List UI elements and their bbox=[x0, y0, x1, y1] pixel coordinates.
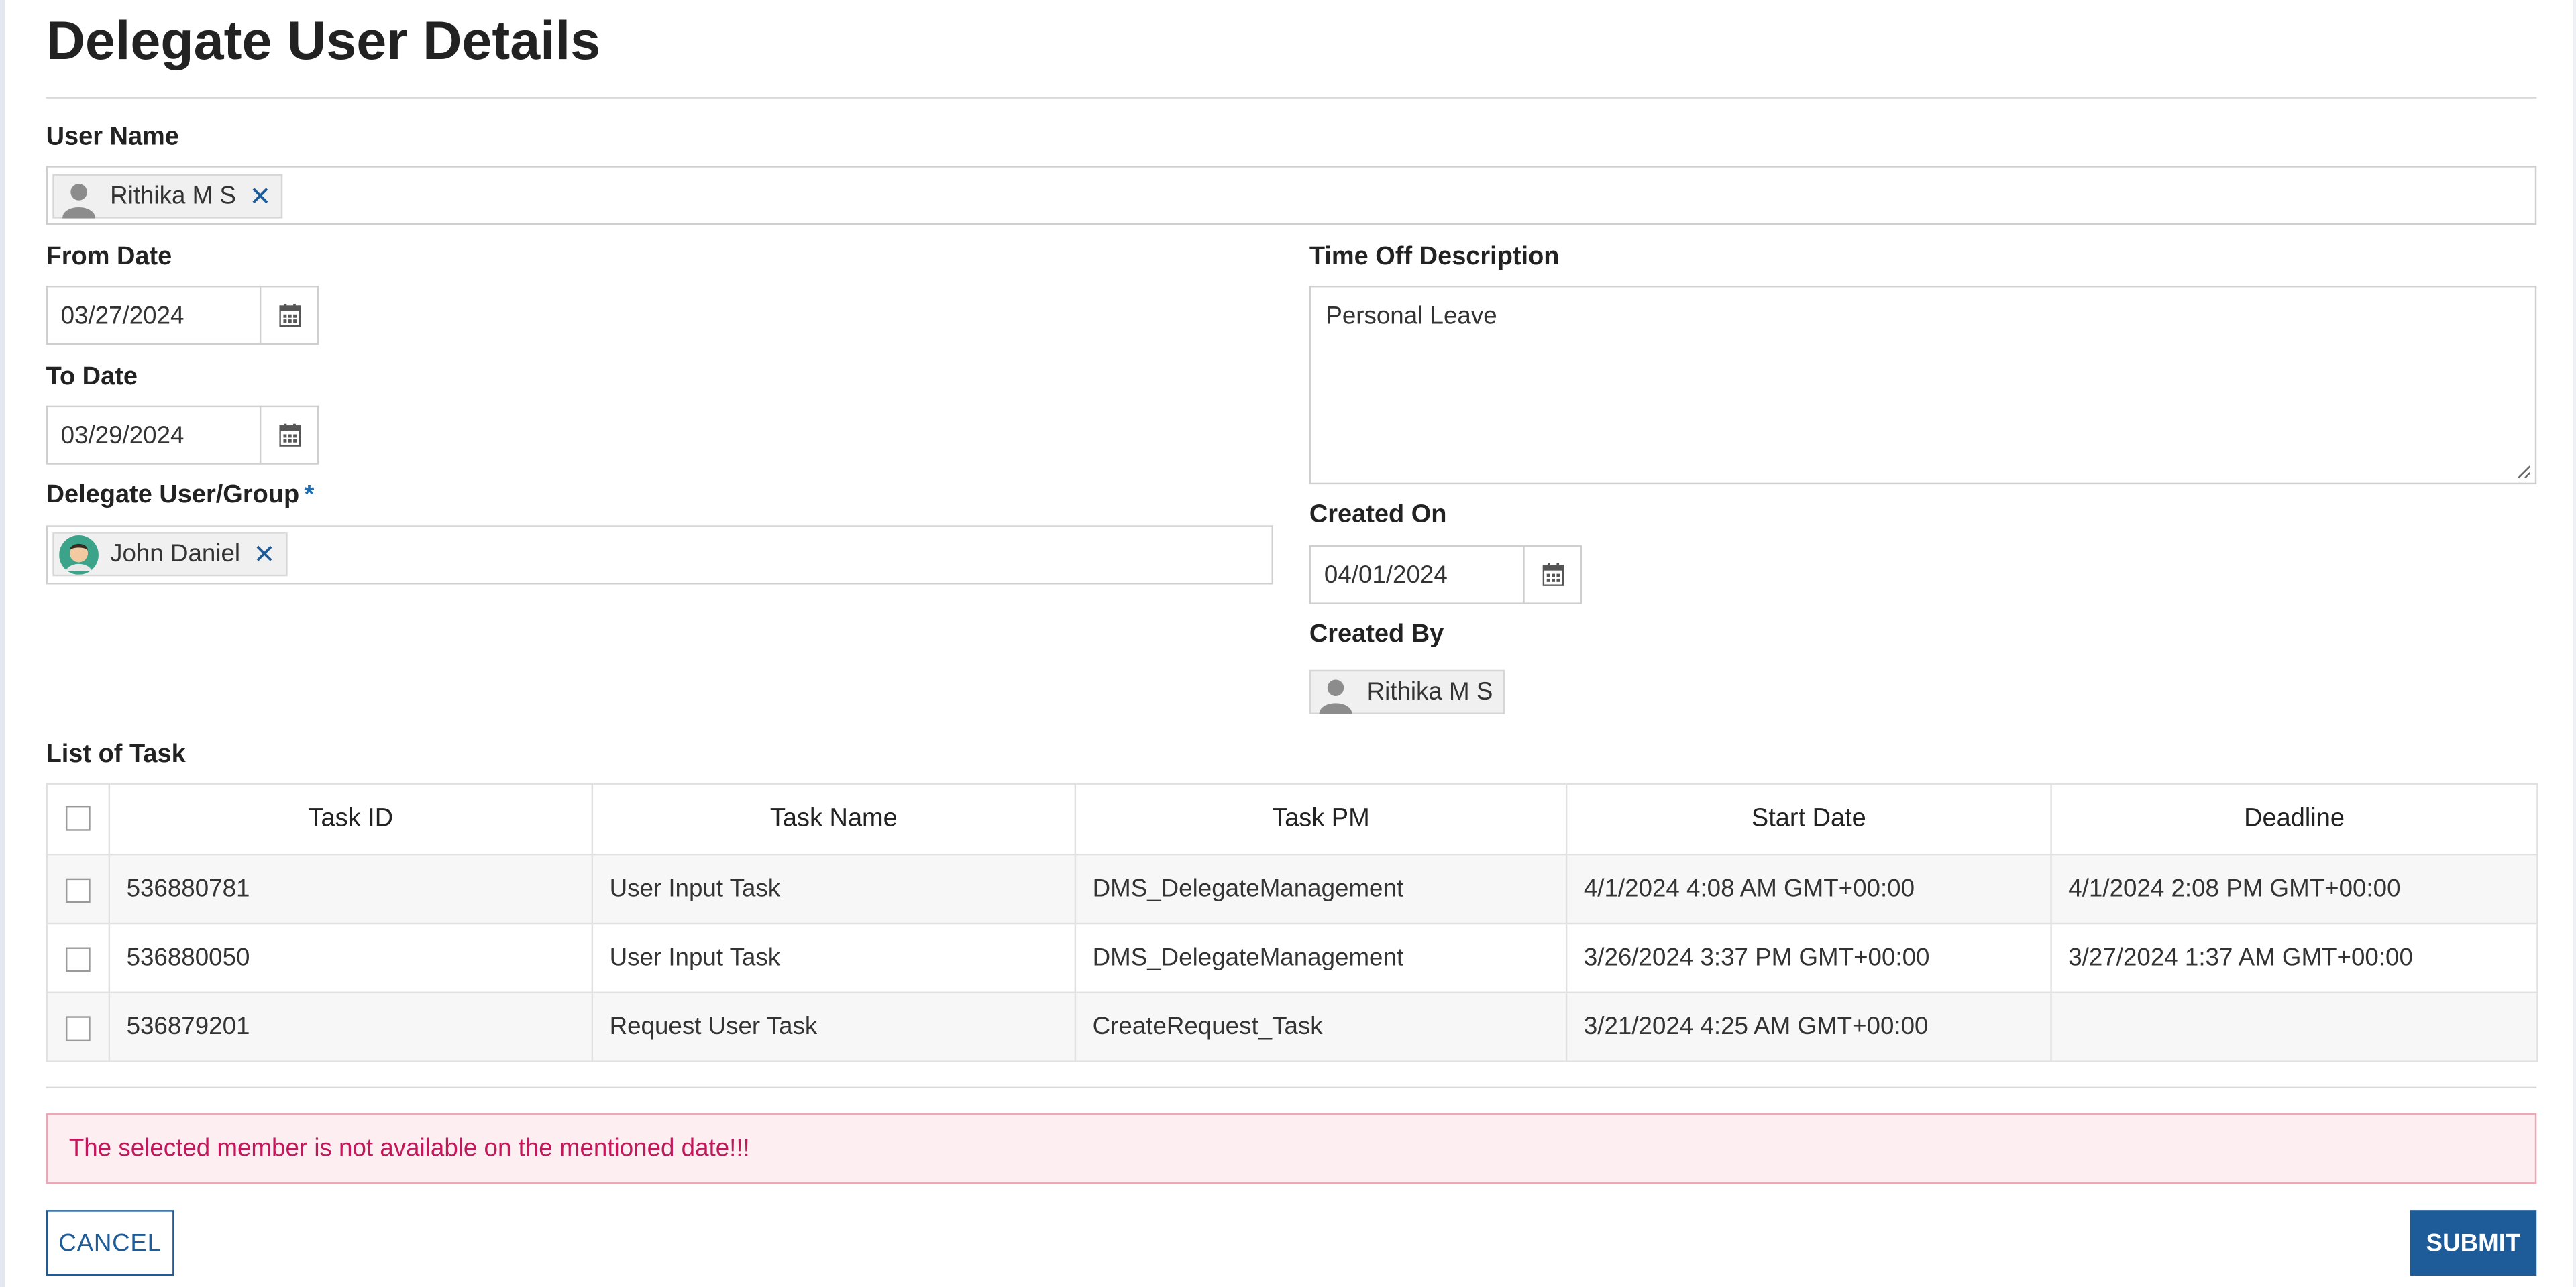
created-on-label: Created On bbox=[1309, 500, 1447, 529]
task-name-cell: User Input Task bbox=[591, 922, 1077, 994]
user-name-field[interactable]: Rithika M S ✕ bbox=[46, 166, 2537, 225]
remove-user-close-icon[interactable]: ✕ bbox=[249, 180, 271, 213]
delegate-label-text: Delegate User/Group bbox=[46, 481, 300, 509]
time-off-value: Personal Leave bbox=[1326, 302, 1497, 331]
start-date-cell: 3/21/2024 4:25 AM GMT+00:00 bbox=[1565, 991, 2052, 1062]
cancel-button[interactable]: CANCEL bbox=[46, 1210, 174, 1276]
required-mark: * bbox=[304, 481, 315, 509]
task-pm-cell: DMS_DelegateManagement bbox=[1074, 922, 1568, 994]
deadline-cell: 3/27/2024 1:37 AM GMT+00:00 bbox=[2050, 922, 2538, 994]
time-off-label: Time Off Description bbox=[1309, 243, 1560, 271]
table-row[interactable]: 536879201 Request User Task CreateReques… bbox=[46, 991, 2538, 1062]
select-all-cell bbox=[46, 783, 111, 856]
from-date-label: From Date bbox=[46, 243, 172, 271]
delegate-label: Delegate User/Group * bbox=[46, 481, 315, 510]
from-date-value[interactable]: 03/27/2024 bbox=[48, 287, 262, 343]
row-checkbox[interactable] bbox=[65, 946, 91, 972]
to-date-value[interactable]: 03/29/2024 bbox=[48, 407, 262, 463]
select-all-checkbox[interactable] bbox=[65, 806, 91, 832]
row-select-cell bbox=[46, 922, 111, 994]
to-date-label: To Date bbox=[46, 363, 138, 391]
column-header-deadline[interactable]: Deadline bbox=[2050, 783, 2538, 856]
user-chip-name: Rithika M S bbox=[110, 182, 236, 211]
delegate-chip-name: John Daniel bbox=[110, 540, 241, 569]
row-checkbox[interactable] bbox=[65, 877, 91, 903]
table-row[interactable]: 536880050 User Input Task DMS_DelegateMa… bbox=[46, 922, 2538, 994]
resize-grip-icon[interactable] bbox=[2515, 463, 2531, 479]
task-name-cell: User Input Task bbox=[591, 853, 1077, 925]
created-on-value[interactable]: 04/01/2024 bbox=[1311, 547, 1525, 603]
delegate-field[interactable]: John Daniel ✕ bbox=[46, 525, 1273, 585]
error-alert-message: The selected member is not available on … bbox=[68, 1134, 750, 1163]
calendar-icon[interactable] bbox=[261, 287, 317, 343]
deadline-cell: 4/1/2024 2:08 PM GMT+00:00 bbox=[2050, 853, 2538, 925]
user-chip: Rithika M S ✕ bbox=[52, 174, 283, 219]
deadline-cell bbox=[2050, 991, 2538, 1062]
column-header-task-name[interactable]: Task Name bbox=[591, 783, 1077, 856]
column-header-task-id[interactable]: Task ID bbox=[108, 783, 594, 856]
task-id-cell: 536879201 bbox=[108, 991, 594, 1062]
task-table: Task ID Task Name Task PM Start Date Dea… bbox=[46, 783, 2538, 1062]
row-checkbox[interactable] bbox=[65, 1015, 91, 1040]
from-date-field[interactable]: 03/27/2024 bbox=[46, 285, 319, 345]
row-select-cell bbox=[46, 853, 111, 925]
start-date-cell: 4/1/2024 4:08 AM GMT+00:00 bbox=[1565, 853, 2052, 925]
task-name-cell: Request User Task bbox=[591, 991, 1077, 1062]
created-on-field[interactable]: 04/01/2024 bbox=[1309, 545, 1582, 604]
title-divider bbox=[46, 97, 2537, 99]
submit-button[interactable]: SUBMIT bbox=[2410, 1210, 2537, 1276]
task-pm-cell: CreateRequest_Task bbox=[1074, 991, 1568, 1062]
column-header-task-pm[interactable]: Task PM bbox=[1074, 783, 1568, 856]
time-off-textarea[interactable]: Personal Leave bbox=[1309, 285, 2537, 485]
task-pm-cell: DMS_DelegateManagement bbox=[1074, 853, 1568, 925]
calendar-icon[interactable] bbox=[261, 407, 317, 463]
delegate-chip: John Daniel ✕ bbox=[52, 532, 287, 577]
page-title: Delegate User Details bbox=[46, 9, 601, 71]
user-silhouette-icon bbox=[1314, 671, 1357, 714]
created-by-name: Rithika M S bbox=[1366, 678, 1493, 706]
created-by-chip: Rithika M S bbox=[1309, 669, 1505, 714]
error-alert: The selected member is not available on … bbox=[46, 1113, 2537, 1184]
task-id-cell: 536880781 bbox=[108, 853, 594, 925]
person-avatar-icon bbox=[58, 533, 101, 575]
user-name-label: User Name bbox=[46, 123, 179, 152]
user-silhouette-icon bbox=[58, 175, 101, 218]
delegate-user-details-page: Delegate User Details User Name Rithika … bbox=[0, 0, 2576, 1287]
table-row[interactable]: 536880781 User Input Task DMS_DelegateMa… bbox=[46, 853, 2538, 925]
section-divider bbox=[46, 1086, 2537, 1089]
to-date-field[interactable]: 03/29/2024 bbox=[46, 405, 319, 465]
left-border bbox=[0, 0, 5, 1287]
right-border bbox=[2573, 0, 2576, 1287]
remove-delegate-close-icon[interactable]: ✕ bbox=[254, 538, 276, 571]
row-select-cell bbox=[46, 991, 111, 1062]
start-date-cell: 3/26/2024 3:37 PM GMT+00:00 bbox=[1565, 922, 2052, 994]
task-id-cell: 536880050 bbox=[108, 922, 594, 994]
column-header-start-date[interactable]: Start Date bbox=[1565, 783, 2052, 856]
calendar-icon[interactable] bbox=[1525, 547, 1580, 602]
created-by-label: Created By bbox=[1309, 620, 1444, 649]
table-header-row: Task ID Task Name Task PM Start Date Dea… bbox=[46, 783, 2538, 856]
task-list-label: List of Task bbox=[46, 740, 186, 769]
